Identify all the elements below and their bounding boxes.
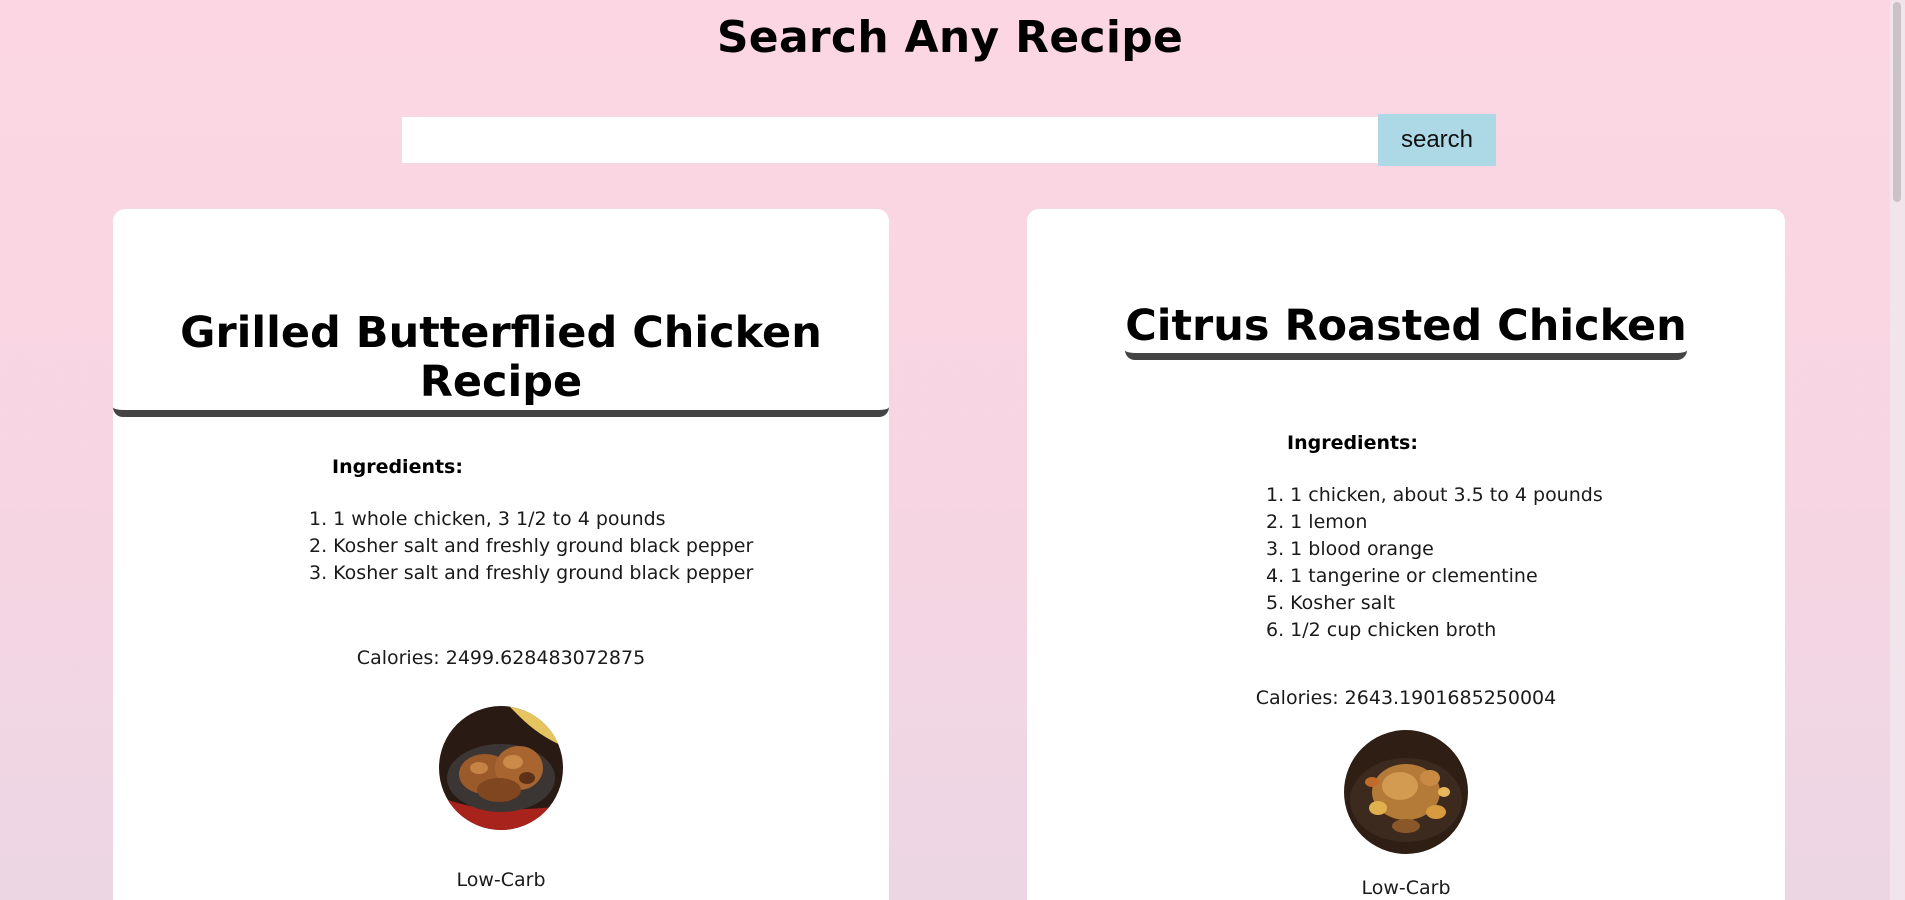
ingredient-item: 1. 1 chicken, about 3.5 to 4 pounds — [1266, 484, 1603, 506]
page-title: Search Any Recipe — [716, 12, 1184, 63]
ingredient-item: 3. 1 blood orange — [1266, 538, 1434, 560]
diet-label: Low-Carb — [456, 869, 546, 891]
scrollbar-thumb[interactable] — [1893, 2, 1901, 202]
page-scrollbar[interactable] — [1890, 0, 1905, 900]
calories-text: Calories: 2499.628483072875 — [356, 647, 646, 669]
search-input[interactable] — [402, 117, 1378, 163]
recipe-title: Grilled Butterflied Chicken Recipe — [113, 308, 889, 417]
diet-label: Low-Carb — [1361, 877, 1451, 899]
search-button[interactable]: search — [1378, 114, 1496, 166]
grilled-chicken-photo — [439, 706, 563, 830]
ingredients-list: 1. 1 whole chicken, 3 1/2 to 4 pounds 2.… — [309, 506, 753, 587]
ingredient-item: 1. 1 whole chicken, 3 1/2 to 4 pounds — [309, 508, 666, 530]
ingredient-item: 2. 1 lemon — [1266, 511, 1368, 533]
recipe-title-text: Grilled Butterflied Chicken Recipe — [113, 308, 889, 417]
ingredients-list: 1. 1 chicken, about 3.5 to 4 pounds 2. 1… — [1266, 482, 1603, 644]
search-bar: search — [402, 114, 1496, 166]
ingredient-item: 6. 1/2 cup chicken broth — [1266, 619, 1497, 641]
recipe-image — [1344, 730, 1468, 854]
ingredient-item: 2. Kosher salt and freshly ground black … — [309, 535, 754, 557]
recipe-image — [439, 706, 563, 830]
recipe-title: Citrus Roasted Chicken — [1027, 301, 1785, 361]
ingredient-item: 3. Kosher salt and freshly ground black … — [309, 562, 754, 584]
ingredients-label: Ingredients: — [1287, 432, 1418, 454]
calories-text: Calories: 2643.1901685250004 — [1255, 687, 1557, 709]
roasted-chicken-photo — [1344, 730, 1468, 854]
recipe-card: Grilled Butterflied Chicken Recipe Ingre… — [113, 209, 889, 900]
ingredients-label: Ingredients: — [332, 456, 463, 478]
ingredient-item: 5. Kosher salt — [1266, 592, 1396, 614]
recipe-card: Citrus Roasted Chicken Ingredients: 1. 1… — [1027, 209, 1785, 900]
recipe-title-text: Citrus Roasted Chicken — [1125, 301, 1687, 361]
ingredient-item: 4. 1 tangerine or clementine — [1266, 565, 1538, 587]
